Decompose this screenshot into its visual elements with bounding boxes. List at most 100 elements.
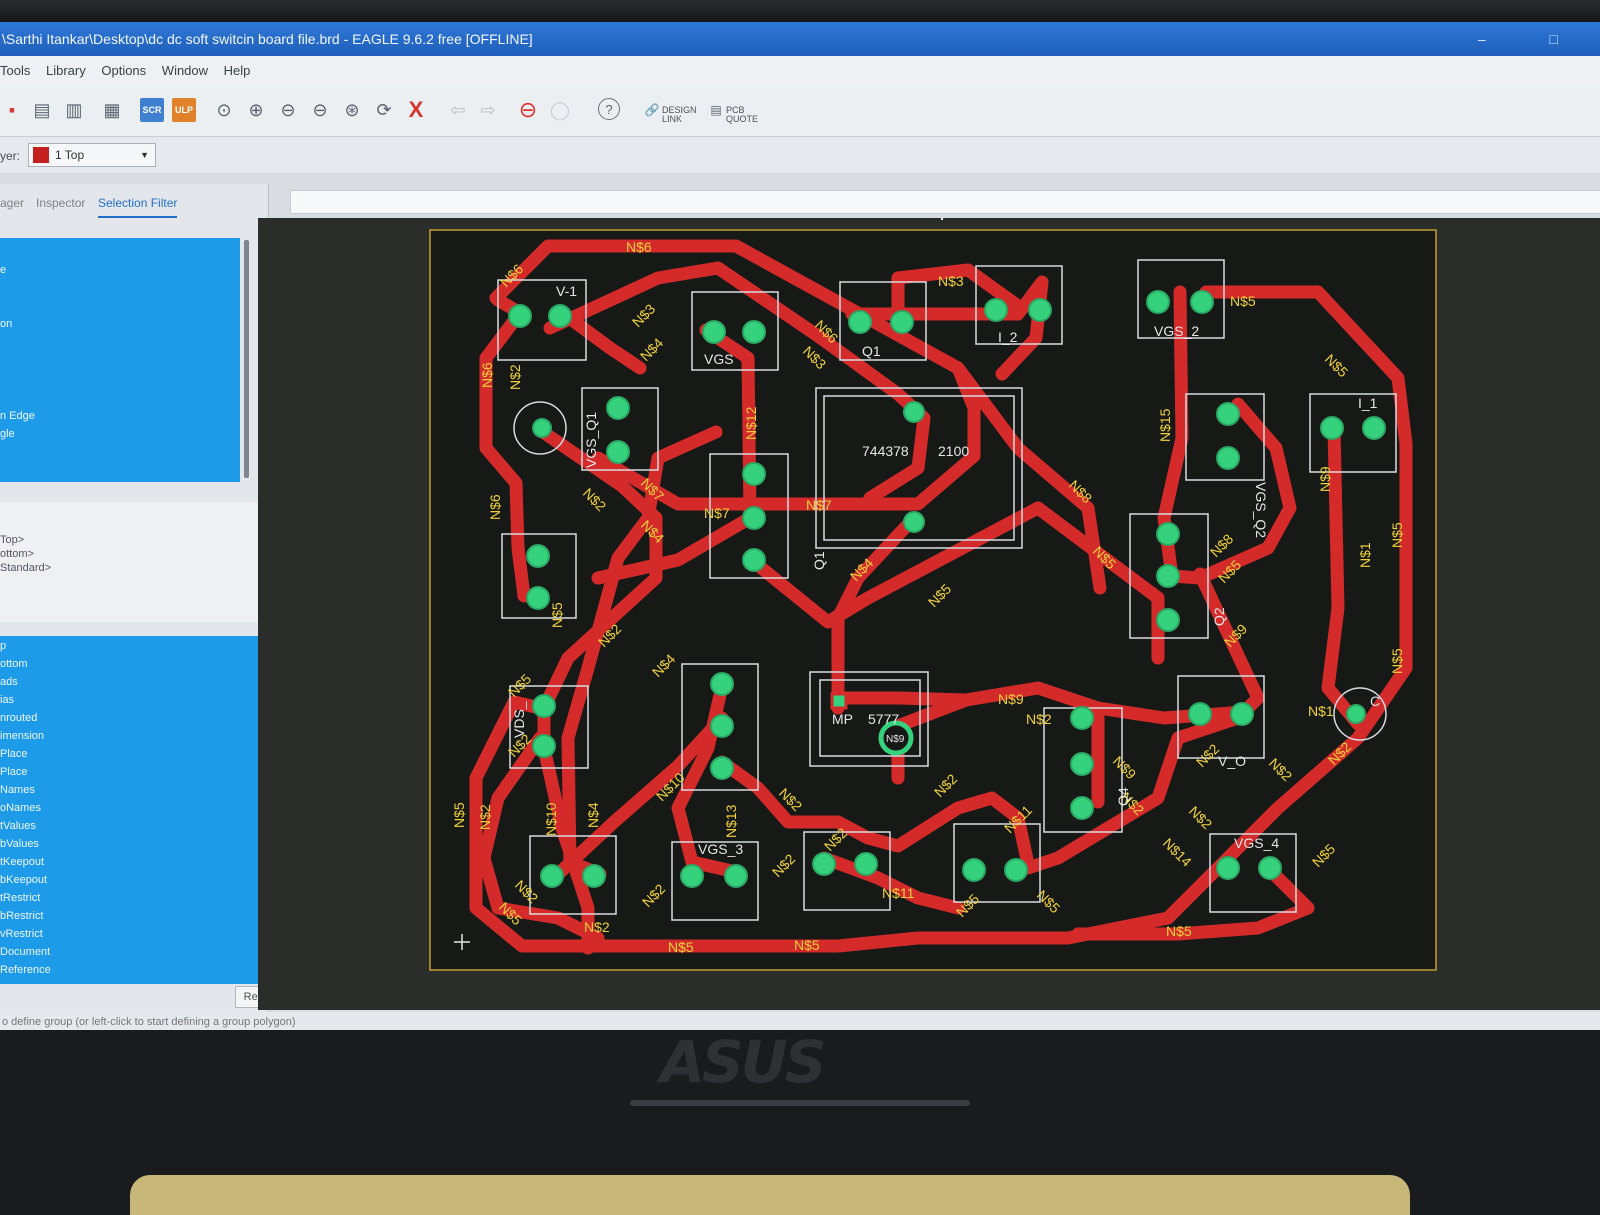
list-item[interactable]: gle xyxy=(0,428,15,440)
pcb-layout[interactable]: N$6 N$3 N$5 N$5 N$6 N$3 N$4 N$6 N$3 N$6 … xyxy=(258,218,1600,1010)
list-item[interactable]: ottom xyxy=(0,658,28,670)
list-item[interactable]: imension xyxy=(0,730,44,742)
net-label: N$5 xyxy=(1166,923,1192,939)
list-item[interactable]: oNames xyxy=(0,802,41,814)
menu-tools[interactable]: Tools xyxy=(0,63,30,78)
list-item[interactable]: Top> xyxy=(0,534,24,546)
zoom-out-icon[interactable]: ⊖ xyxy=(276,98,300,122)
net-label: N$9 xyxy=(998,691,1024,707)
design-link-button[interactable]: DESIGN LINK xyxy=(662,106,702,124)
menu-help[interactable]: Help xyxy=(224,63,251,78)
window-title: \Sarthi Itankar\Desktop\dc dc soft switc… xyxy=(2,31,533,47)
list-item[interactable]: bValues xyxy=(0,838,39,850)
list-item[interactable]: bRestrict xyxy=(0,910,43,922)
menu-library[interactable]: Library xyxy=(46,63,86,78)
desk-surface xyxy=(130,1175,1410,1215)
list-item[interactable]: ottom> xyxy=(0,548,34,560)
list-item[interactable]: e xyxy=(0,264,6,276)
net-label: N$6 xyxy=(626,239,652,255)
schematic-icon[interactable]: ▦ xyxy=(100,98,124,122)
scrollbar[interactable] xyxy=(244,240,249,478)
component-label: VGS xyxy=(704,351,734,367)
net-label: N$5 xyxy=(549,602,565,628)
list-item[interactable]: Place xyxy=(0,748,28,760)
component-label: 2100 xyxy=(938,443,969,459)
tab-inspector[interactable]: Inspector xyxy=(36,196,85,210)
link-icon[interactable]: 🔗 xyxy=(640,98,664,122)
list-item[interactable]: n Edge xyxy=(0,410,35,422)
list-item[interactable]: nrouted xyxy=(0,712,37,724)
net-label: N$9 xyxy=(1317,466,1333,492)
list-item[interactable]: Reference xyxy=(0,964,51,976)
script-button[interactable]: SCR xyxy=(140,98,164,122)
command-line-input[interactable] xyxy=(290,190,1600,214)
component-label: VGS_Q1 xyxy=(583,412,599,468)
tab-manager[interactable]: ager xyxy=(0,196,24,210)
list-item[interactable]: on xyxy=(0,318,12,330)
pcb-quote-icon[interactable]: ▤ xyxy=(704,98,728,122)
board-canvas[interactable]: N$6 N$3 N$5 N$5 N$6 N$3 N$4 N$6 N$3 N$6 … xyxy=(258,218,1600,1010)
net-label: N$7 xyxy=(704,505,730,521)
component-label: N$9 xyxy=(886,734,905,745)
net-label: N$13 xyxy=(723,804,739,838)
window-controls[interactable]: – □ xyxy=(1478,22,1588,56)
zoom-fit-icon[interactable]: ⊙ xyxy=(212,98,236,122)
redraw-icon[interactable]: ⟳ xyxy=(372,98,396,122)
stop-icon[interactable]: ⊖ xyxy=(516,97,540,122)
chevron-down-icon: ▼ xyxy=(140,150,149,160)
layer-set-box: Top> ottom> Standard> xyxy=(0,502,262,622)
net-label: N$2 xyxy=(477,804,493,830)
list-item[interactable]: Document xyxy=(0,946,50,958)
list-item[interactable]: Place xyxy=(0,766,28,778)
help-icon[interactable]: ? xyxy=(598,98,620,120)
redo-icon[interactable]: ⇨ xyxy=(476,98,500,122)
component-label: 744378 xyxy=(862,443,909,459)
layer-bar: yer: 1 Top ▼ xyxy=(0,137,1600,173)
zoom-select-icon[interactable]: ⊛ xyxy=(340,98,364,122)
component-label: I_1 xyxy=(1358,395,1378,411)
net-label: N$6 xyxy=(479,362,495,388)
net-label: N$3 xyxy=(938,273,964,289)
component-label: V-1 xyxy=(556,283,577,299)
layer-select[interactable]: 1 Top ▼ xyxy=(28,143,156,167)
left-panel: ager Inspector Selection Filter e on n E… xyxy=(0,184,281,1016)
list-item[interactable]: Standard> xyxy=(0,562,51,574)
component-label: 5777 xyxy=(868,711,899,727)
menu-window[interactable]: Window xyxy=(162,63,208,78)
list-item[interactable]: tRestrict xyxy=(0,892,40,904)
list-item[interactable]: Names xyxy=(0,784,35,796)
list-item[interactable]: tValues xyxy=(0,820,36,832)
zoom-out-more-icon[interactable]: ⊖ xyxy=(308,98,332,122)
list-item[interactable]: tKeepout xyxy=(0,856,44,868)
go-icon[interactable]: ◯ xyxy=(548,98,572,122)
toolbar: ▪ ▤ ▥ ▦ SCR ULP ⊙ ⊕ ⊖ ⊖ ⊛ ⟳ X ⇦ ⇨ ⊖ ◯ ? … xyxy=(0,86,1600,137)
cancel-x-icon[interactable]: X xyxy=(404,97,428,122)
list-item[interactable]: p xyxy=(0,640,6,652)
component-label: C xyxy=(1370,693,1380,709)
menu-options[interactable]: Options xyxy=(101,63,146,78)
list-item[interactable]: vRestrict xyxy=(0,928,43,940)
net-label: N$2 xyxy=(584,919,610,935)
component-label: I_2 xyxy=(998,329,1018,345)
save-icon[interactable]: ▪ xyxy=(0,98,24,122)
list-item[interactable]: bKeepout xyxy=(0,874,47,886)
title-bar: \Sarthi Itankar\Desktop\dc dc soft switc… xyxy=(0,22,1600,56)
net-label: N$7 xyxy=(806,497,832,513)
zoom-in-icon[interactable]: ⊕ xyxy=(244,98,268,122)
list-item[interactable]: ads xyxy=(0,676,18,688)
net-label: N$1 xyxy=(1308,703,1334,719)
component-label: Q2 xyxy=(1211,607,1227,626)
net-label: N$2 xyxy=(1026,711,1052,727)
list-item[interactable]: ias xyxy=(0,694,14,706)
pcb-quote-button[interactable]: PCB QUOTE xyxy=(726,106,760,124)
undo-icon[interactable]: ⇦ xyxy=(446,98,470,122)
cam-icon[interactable]: ▥ xyxy=(62,98,86,122)
ulp-button[interactable]: ULP xyxy=(172,98,196,122)
layer-list: p ottom ads ias nrouted imension Place P… xyxy=(0,636,258,984)
component-label: VGS_3 xyxy=(698,841,743,857)
print-icon[interactable]: ▤ xyxy=(30,98,54,122)
object-type-list: e on n Edge gle xyxy=(0,238,240,482)
net-label: N$10 xyxy=(543,802,559,836)
net-label: N$12 xyxy=(743,406,759,440)
tab-selection-filter[interactable]: Selection Filter xyxy=(98,196,178,218)
